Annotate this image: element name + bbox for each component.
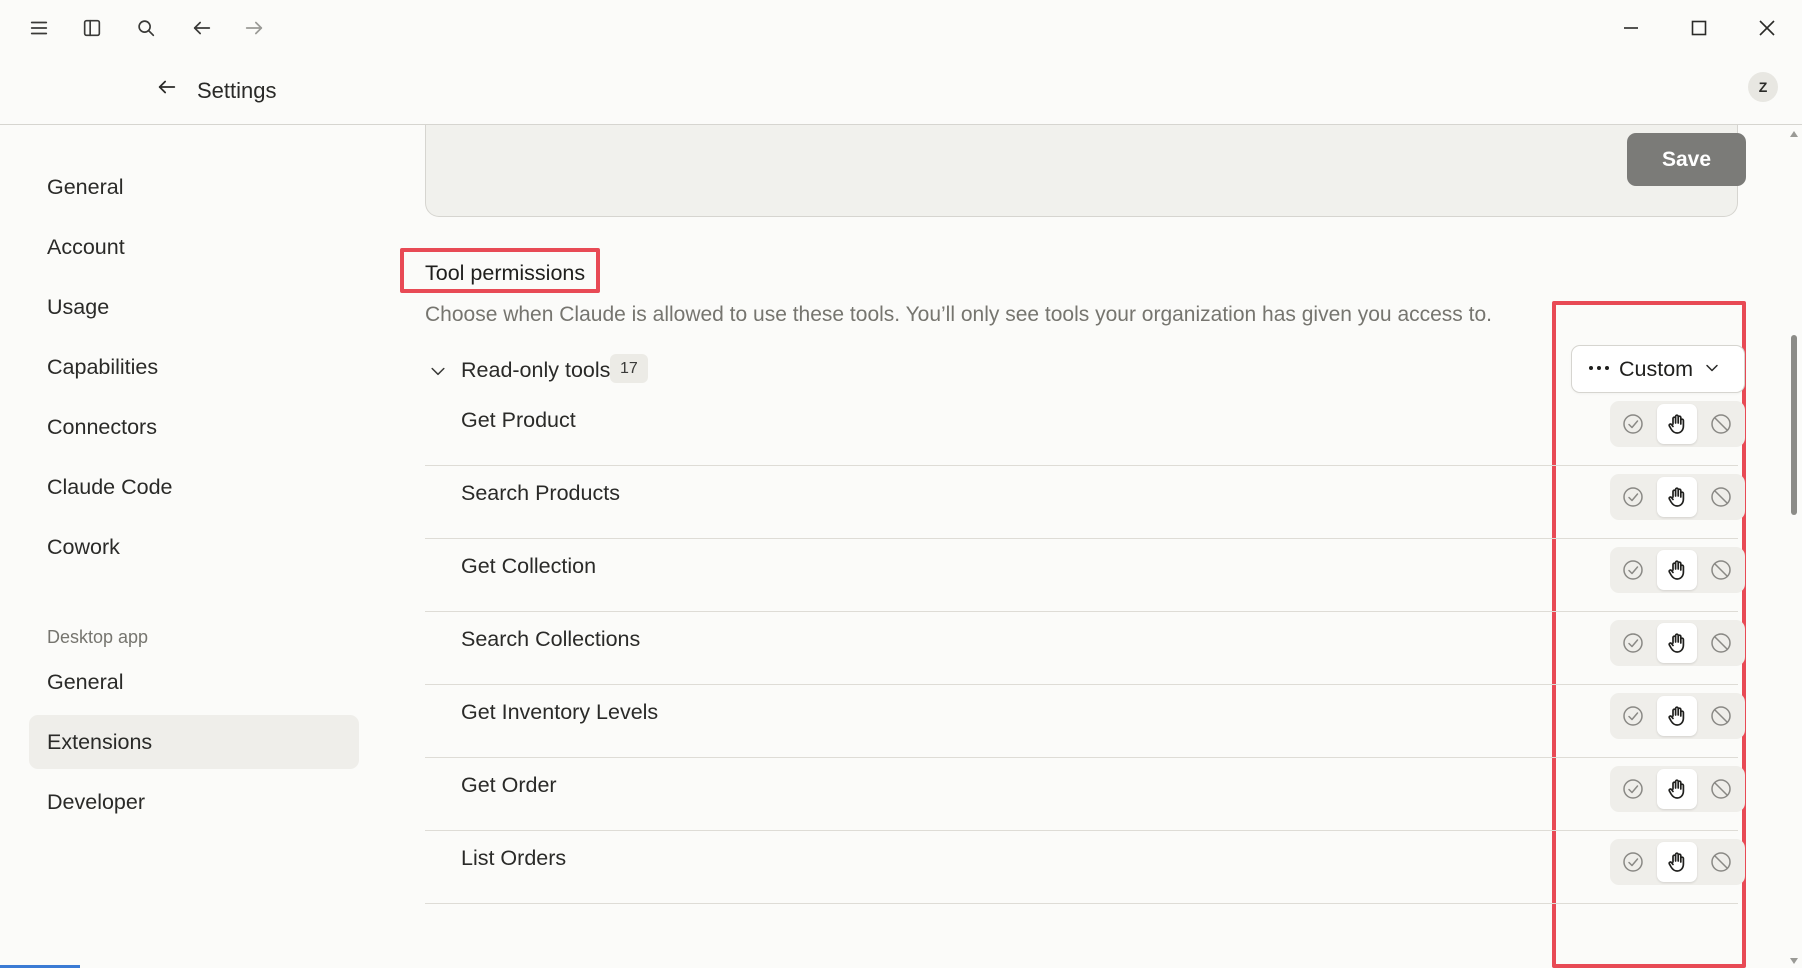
permission-toggle [1610,474,1745,520]
scroll-up-arrow-icon[interactable] [1790,131,1798,137]
collapse-chevron-icon[interactable] [425,358,451,384]
maximize-icon [1691,20,1707,36]
tool-row: Get Collection [425,528,1745,612]
permission-toggle [1610,693,1745,739]
permission-toggle [1610,766,1745,812]
close-button[interactable] [1740,8,1794,48]
search-icon[interactable] [128,10,164,46]
page-title: Settings [197,78,277,103]
scrollbar[interactable] [1786,125,1802,968]
sidebar-item-cowork[interactable]: Cowork [29,520,359,574]
tool-row: List Orders [425,820,1745,904]
chevron-down-icon [1702,358,1724,380]
block-icon[interactable] [1701,477,1741,517]
more-dots-icon [1589,366,1609,370]
save-button[interactable]: Save [1627,133,1746,186]
allow-check-icon[interactable] [1613,696,1653,736]
block-icon[interactable] [1701,842,1741,882]
tool-row: Search Products [425,455,1745,539]
ask-hand-icon[interactable] [1657,404,1697,444]
settings-back-button[interactable] [152,72,182,102]
permission-toggle [1610,839,1745,885]
sidebar-item-capabilities[interactable]: Capabilities [29,340,359,394]
tool-count-badge: 17 [610,354,648,383]
permission-toggle [1610,547,1745,593]
allow-check-icon[interactable] [1613,550,1653,590]
tool-permissions-title: Tool permissions [425,261,586,285]
scroll-down-arrow-icon[interactable] [1790,958,1798,964]
ask-hand-icon[interactable] [1657,769,1697,809]
ask-hand-icon[interactable] [1657,550,1697,590]
tool-row: Search Collections [425,601,1745,685]
tool-name: Get Product [461,408,576,432]
scrollbar-thumb[interactable] [1791,335,1797,515]
permission-mode-label: Custom [1619,357,1694,381]
block-icon[interactable] [1701,550,1741,590]
maximize-button[interactable] [1672,8,1726,48]
sidebar-item-extensions[interactable]: Extensions [29,715,359,769]
avatar[interactable]: Z [1748,72,1778,102]
sidebar-item-general[interactable]: General [29,160,359,214]
tool-name: List Orders [461,846,567,870]
allow-check-icon[interactable] [1613,477,1653,517]
tool-name: Search Collections [461,627,641,651]
tool-row: Get Inventory Levels [425,674,1745,758]
allow-check-icon[interactable] [1613,404,1653,444]
sidebar-toggle-icon[interactable] [74,10,110,46]
block-icon[interactable] [1701,769,1741,809]
tool-name: Get Inventory Levels [461,700,659,724]
back-arrow-icon [158,80,176,94]
allow-check-icon[interactable] [1613,842,1653,882]
tool-group-label: Read-only tools [461,358,611,382]
sidebar-item-claude-code[interactable]: Claude Code [29,460,359,514]
permission-toggle [1610,401,1745,447]
permission-toggle [1610,620,1745,666]
minimize-icon [1624,27,1638,29]
forward-arrow-icon[interactable] [236,10,272,46]
tool-name: Search Products [461,481,620,505]
ask-hand-icon[interactable] [1657,477,1697,517]
tool-row: Get Product [425,382,1745,466]
minimize-button[interactable] [1604,8,1658,48]
sidebar-item-usage[interactable]: Usage [29,280,359,334]
block-icon[interactable] [1701,696,1741,736]
tool-permissions-description: Choose when Claude is allowed to use the… [425,303,1492,326]
tool-row: Get Order [425,747,1745,831]
settings-header: Settings Z [0,56,1802,125]
settings-sidebar: General Account Usage Capabilities Conne… [0,125,380,968]
tool-name: Get Order [461,773,557,797]
sidebar-section-desktop-app: Desktop app [47,627,149,647]
sidebar-item-connectors[interactable]: Connectors [29,400,359,454]
sidebar-item-account[interactable]: Account [29,220,359,274]
block-icon[interactable] [1701,623,1741,663]
tool-name: Get Collection [461,554,597,578]
allow-check-icon[interactable] [1613,623,1653,663]
block-icon[interactable] [1701,404,1741,444]
ask-hand-icon[interactable] [1657,623,1697,663]
main-content: Save Tool permissions Choose when Claude… [380,125,1780,968]
menu-icon[interactable] [21,10,57,46]
sidebar-item-developer[interactable]: Developer [29,775,359,829]
ask-hand-icon[interactable] [1657,842,1697,882]
title-bar [0,0,1802,56]
ask-hand-icon[interactable] [1657,696,1697,736]
sidebar-item-desktop-general[interactable]: General [29,655,359,709]
allow-check-icon[interactable] [1613,769,1653,809]
back-arrow-icon[interactable] [184,10,220,46]
extension-config-card: Save [425,125,1746,217]
close-icon [1759,20,1775,36]
